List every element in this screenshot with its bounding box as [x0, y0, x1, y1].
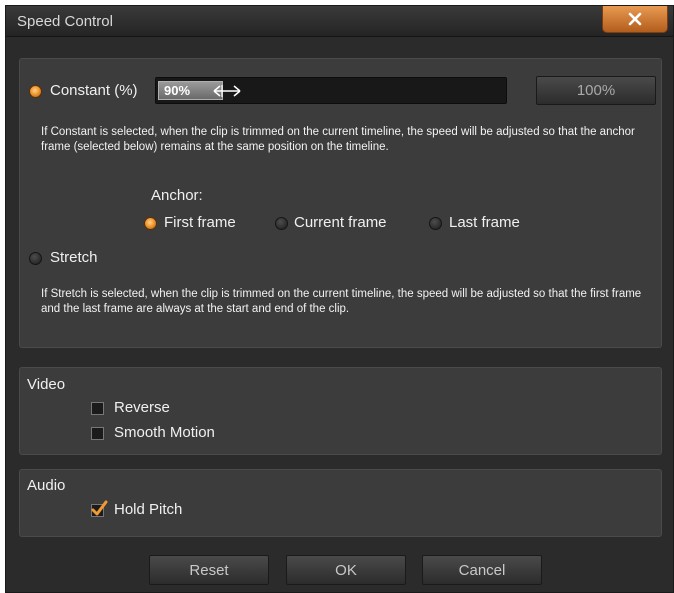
anchor-heading: Anchor: [151, 187, 203, 204]
reverse-label[interactable]: Reverse [114, 399, 170, 416]
stretch-description: If Stretch is selected, when the clip is… [41, 288, 642, 315]
smooth-motion-label[interactable]: Smooth Motion [114, 424, 215, 441]
hold-pitch-label[interactable]: Hold Pitch [114, 501, 182, 518]
hold-pitch-checkbox[interactable] [91, 500, 108, 517]
anchor-current-frame-label[interactable]: Current frame [294, 214, 387, 231]
constant-speed-slider[interactable]: 90% [155, 77, 507, 104]
speed-control-dialog: Speed Control Constant (%) 90% 100% If C… [5, 5, 674, 593]
ok-button[interactable]: OK [286, 555, 406, 585]
audio-heading: Audio [27, 477, 66, 494]
constant-radio[interactable] [29, 85, 42, 98]
anchor-last-frame-radio[interactable] [429, 217, 442, 230]
close-button[interactable] [602, 6, 668, 33]
reset-button[interactable]: Reset [149, 555, 269, 585]
constant-label[interactable]: Constant (%) [50, 82, 138, 99]
percent-100-button[interactable]: 100% [536, 76, 656, 105]
reverse-checkbox[interactable] [91, 402, 104, 415]
window-title: Speed Control [17, 13, 113, 30]
video-heading: Video [27, 376, 66, 393]
title-bar[interactable]: Speed Control [6, 6, 673, 37]
smooth-motion-checkbox[interactable] [91, 427, 104, 440]
stretch-radio[interactable] [29, 252, 42, 265]
resize-arrow-icon[interactable] [212, 83, 242, 99]
constant-description: If Constant is selected, when the clip i… [41, 126, 635, 153]
checkmark-icon [91, 500, 108, 516]
anchor-current-frame-radio[interactable] [275, 217, 288, 230]
slider-value: 90% [164, 83, 191, 98]
anchor-first-frame-label[interactable]: First frame [164, 214, 236, 231]
close-icon [628, 12, 642, 26]
stretch-label[interactable]: Stretch [50, 249, 98, 266]
cancel-button[interactable]: Cancel [422, 555, 542, 585]
anchor-last-frame-label[interactable]: Last frame [449, 214, 520, 231]
anchor-first-frame-radio[interactable] [144, 217, 157, 230]
